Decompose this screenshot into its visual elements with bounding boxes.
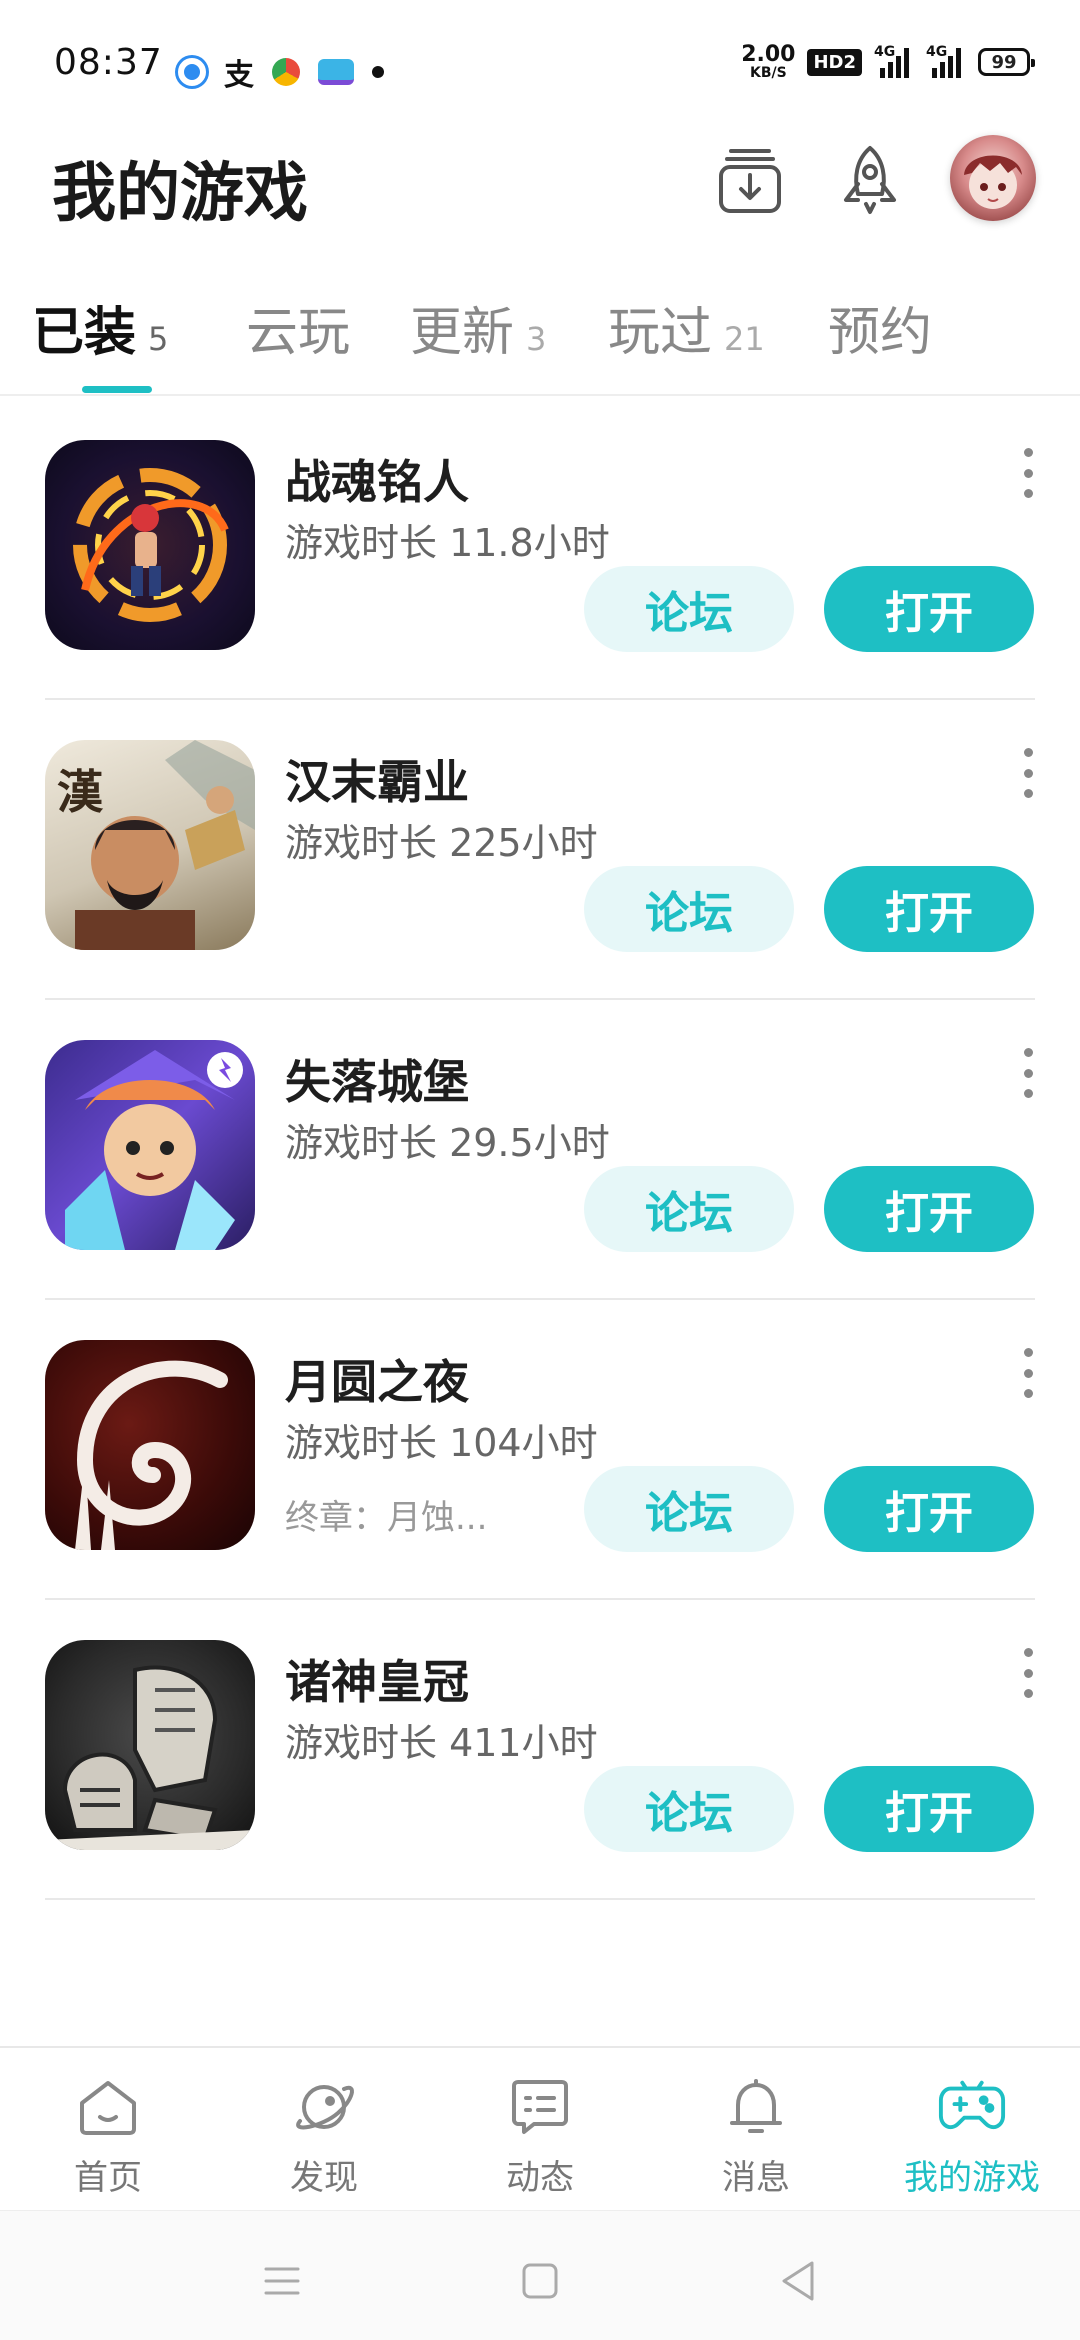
app-notification-icon-2 (272, 58, 300, 86)
tab-updates[interactable]: 更新 3 (410, 290, 546, 365)
nav-discover[interactable]: 发现 (224, 2072, 424, 2199)
game-playtime: 游戏时长 411小时 (285, 1721, 598, 1765)
installed-games-list: 战魂铭人 游戏时长 11.8小时 论坛 打开 漢 汉末霸业 游戏时长 225小时… (0, 400, 1080, 1900)
nav-feed[interactable]: 动态 (440, 2072, 640, 2199)
game-name: 战魂铭人 (285, 455, 469, 509)
list-item[interactable]: 战魂铭人 游戏时长 11.8小时 论坛 打开 (0, 400, 1080, 700)
game-icon (45, 1340, 255, 1550)
game-playtime: 游戏时长 11.8小时 (285, 521, 610, 565)
forum-button[interactable]: 论坛 (584, 866, 794, 952)
game-playtime: 游戏时长 104小时 (285, 1421, 598, 1465)
gamepad-icon (937, 2072, 1007, 2142)
net-speed: 2.00 KB/S (741, 42, 796, 81)
nav-messages[interactable]: 消息 (656, 2072, 856, 2199)
open-button[interactable]: 打开 (824, 566, 1034, 652)
signal-icon: 4G (874, 44, 914, 78)
forum-button[interactable]: 论坛 (584, 566, 794, 652)
status-bar: 08:37 支 2.00 KB/S HD2 4G 4G 99 (0, 0, 1080, 130)
rocket-icon[interactable] (830, 140, 910, 220)
planet-icon (289, 2072, 359, 2142)
tab-installed[interactable]: 已装 5 (32, 290, 168, 365)
app-notification-icon (178, 58, 206, 86)
list-item[interactable]: 失落城堡 游戏时长 29.5小时 论坛 打开 (0, 1000, 1080, 1300)
battery-icon: 99 (978, 48, 1035, 76)
list-item[interactable]: 月圆之夜 游戏时长 104小时 终章：月蚀... 论坛 打开 (0, 1300, 1080, 1600)
tab-cloud-play[interactable]: 云玩 (246, 290, 350, 365)
nav-my-games[interactable]: 我的游戏 (872, 2072, 1072, 2199)
open-button[interactable]: 打开 (824, 866, 1034, 952)
game-subtitle: 终章：月蚀... (285, 1498, 488, 1538)
game-name: 汉末霸业 (285, 755, 469, 809)
signal-icon-2: 4G (926, 44, 966, 78)
tab-played[interactable]: 玩过 21 (608, 290, 765, 365)
page-title: 我的游戏 (52, 157, 308, 231)
open-button[interactable]: 打开 (824, 1766, 1034, 1852)
page-header: 我的游戏 (0, 130, 1080, 250)
active-tab-indicator (82, 386, 152, 393)
game-name: 失落城堡 (285, 1055, 469, 1109)
divider (45, 1898, 1035, 1900)
avatar[interactable] (950, 135, 1036, 221)
game-icon (45, 440, 255, 650)
video-app-notification-icon (318, 59, 354, 85)
home-icon (73, 2072, 143, 2142)
game-playtime: 游戏时长 29.5小时 (285, 1121, 610, 1165)
game-name: 月圆之夜 (285, 1355, 469, 1409)
more-options-icon[interactable] (1020, 448, 1036, 498)
more-options-icon[interactable] (1020, 1348, 1036, 1398)
game-icon (45, 1640, 255, 1850)
list-item[interactable]: 诸神皇冠 游戏时长 411小时 论坛 打开 (0, 1600, 1080, 1900)
game-icon (45, 1040, 255, 1250)
bell-icon (721, 2072, 791, 2142)
download-manager-icon[interactable] (710, 140, 790, 220)
category-tabs: 已装 5 云玩 更新 3 玩过 21 预约 (0, 290, 1080, 396)
back-icon[interactable] (768, 2251, 828, 2311)
nav-home[interactable]: 首页 (8, 2072, 208, 2199)
alipay-notification-icon: 支 (224, 58, 254, 93)
more-options-icon[interactable] (1020, 1048, 1036, 1098)
status-time: 08:37 (54, 42, 163, 83)
system-status-icons: 2.00 KB/S HD2 4G 4G 99 (741, 42, 1035, 81)
more-options-icon[interactable] (1020, 748, 1036, 798)
open-button[interactable]: 打开 (824, 1466, 1034, 1552)
game-playtime: 游戏时长 225小时 (285, 821, 598, 865)
forum-button[interactable]: 论坛 (584, 1166, 794, 1252)
tab-reserved[interactable]: 预约 (828, 290, 932, 365)
hd-voice-badge: HD2 (807, 48, 862, 76)
game-icon-text: 漢 (57, 765, 103, 819)
home-button-icon[interactable] (510, 2251, 570, 2311)
more-options-icon[interactable] (1020, 1648, 1036, 1698)
menu-icon[interactable] (252, 2251, 312, 2311)
notification-icons: 支 (178, 50, 384, 94)
message-card-icon (505, 2072, 575, 2142)
forum-button[interactable]: 论坛 (584, 1766, 794, 1852)
system-navigation-bar (0, 2210, 1080, 2340)
game-icon: 漢 (45, 740, 255, 950)
list-item[interactable]: 漢 汉末霸业 游戏时长 225小时 论坛 打开 (0, 700, 1080, 1000)
bottom-navigation: 首页 发现 动态 消息 我的游戏 (0, 2046, 1080, 2210)
open-button[interactable]: 打开 (824, 1166, 1034, 1252)
more-notifications-dot (372, 66, 384, 78)
game-name: 诸神皇冠 (285, 1655, 469, 1709)
forum-button[interactable]: 论坛 (584, 1466, 794, 1552)
